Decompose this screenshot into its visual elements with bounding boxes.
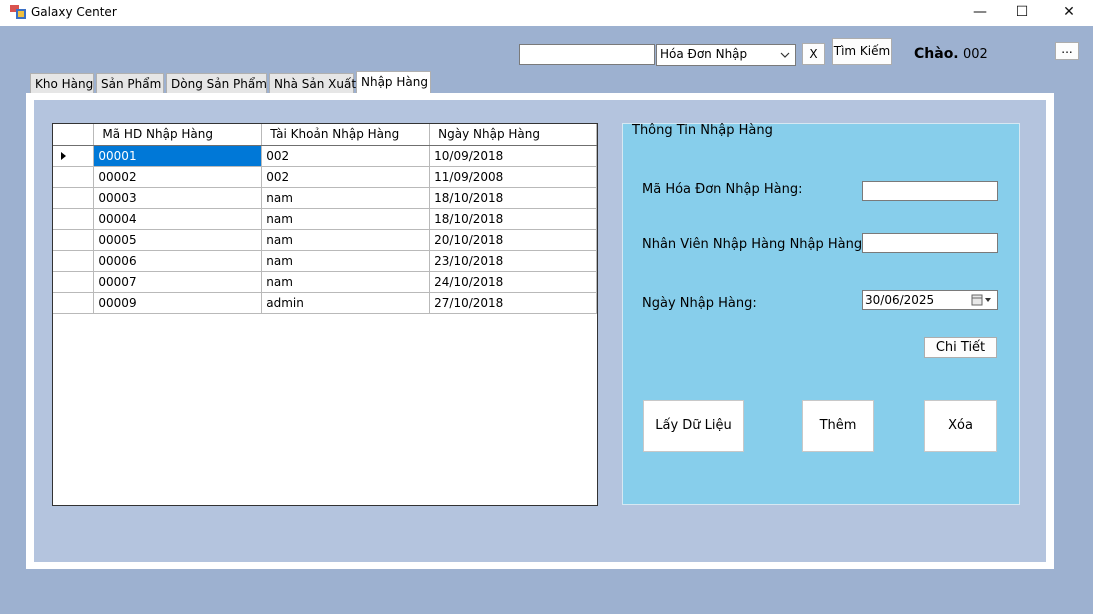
cell-date[interactable]: 23/10/2018 [429, 250, 597, 272]
search-button[interactable]: Tìm Kiếm [832, 38, 892, 65]
maximize-icon: ☐ [1015, 4, 1029, 20]
details-group-title: Thông Tin Nhập Hàng [632, 123, 773, 138]
row-header[interactable] [53, 187, 95, 209]
tab-kho-hang[interactable]: Kho Hàng [30, 73, 94, 93]
column-header-invoice-id[interactable]: Mã HD Nhập Hàng [93, 124, 263, 146]
cell-account[interactable]: nam [261, 250, 431, 272]
cell-invoice-id[interactable]: 00001 [93, 145, 263, 167]
cell-invoice-id[interactable]: 00009 [93, 292, 263, 314]
cell-invoice-id[interactable]: 00003 [93, 187, 263, 209]
clear-search-button[interactable]: X [802, 43, 825, 65]
add-button[interactable]: Thêm [802, 400, 874, 452]
row-header[interactable] [53, 208, 95, 230]
import-date-label: Ngày Nhập Hàng: [642, 296, 757, 311]
chevron-down-icon [780, 52, 790, 58]
cell-invoice-id[interactable]: 00004 [93, 208, 263, 230]
invoice-id-field[interactable] [862, 181, 998, 201]
close-icon: ✕ [1063, 4, 1075, 20]
table-row[interactable]: 00002 002 11/09/2008 [53, 166, 597, 188]
search-input[interactable] [519, 44, 655, 65]
row-header[interactable] [53, 292, 95, 314]
cell-account[interactable]: 002 [261, 145, 431, 167]
row-header[interactable] [53, 250, 95, 272]
cell-account[interactable]: nam [261, 271, 431, 293]
cell-date[interactable]: 10/09/2018 [429, 145, 597, 167]
title-bar [0, 0, 1093, 26]
column-header-date[interactable]: Ngày Nhập Hàng [429, 124, 597, 146]
tab-dong-san-pham[interactable]: Dòng Sản Phẩm [166, 73, 267, 93]
tab-nhap-hang[interactable]: Nhập Hàng [356, 71, 431, 93]
row-header[interactable] [53, 145, 95, 167]
cell-date[interactable]: 18/10/2018 [429, 208, 597, 230]
employee-label: Nhân Viên Nhập Hàng Nhập Hàng: [642, 237, 867, 252]
close-button[interactable]: ✕ [1049, 0, 1089, 24]
cell-invoice-id[interactable]: 00005 [93, 229, 263, 251]
calendar-dropdown-icon[interactable] [971, 294, 993, 306]
maximize-button[interactable]: ☐ [1002, 0, 1042, 24]
tab-nha-san-xuat[interactable]: Nhà Sản Xuất [269, 73, 356, 93]
cell-account[interactable]: 002 [261, 166, 431, 188]
table-row[interactable]: 00009 admin 27/10/2018 [53, 292, 597, 314]
delete-button[interactable]: Xóa [924, 400, 997, 452]
table-row[interactable]: 00006 nam 23/10/2018 [53, 250, 597, 272]
row-header-corner [53, 124, 95, 146]
table-row[interactable]: 00001 002 10/09/2018 [53, 145, 597, 167]
invoice-id-label: Mã Hóa Đơn Nhập Hàng: [642, 182, 803, 197]
cell-invoice-id[interactable]: 00006 [93, 250, 263, 272]
cell-date[interactable]: 11/09/2008 [429, 166, 597, 188]
cell-date[interactable]: 27/10/2018 [429, 292, 597, 314]
minimize-button[interactable]: — [960, 0, 1000, 24]
greeting-label: Chào. [914, 46, 959, 62]
app-icon [10, 5, 26, 19]
username-label: 002 [963, 47, 988, 62]
table-row[interactable]: 00005 nam 20/10/2018 [53, 229, 597, 251]
table-row[interactable]: 00003 nam 18/10/2018 [53, 187, 597, 209]
column-header-account[interactable]: Tài Khoản Nhập Hàng [261, 124, 431, 146]
cell-account[interactable]: nam [261, 187, 431, 209]
import-date-value: 30/06/2025 [865, 293, 935, 307]
filter-select[interactable]: Hóa Đơn Nhập [656, 44, 796, 66]
cell-account[interactable]: admin [261, 292, 431, 314]
table-row[interactable]: 00004 nam 18/10/2018 [53, 208, 597, 230]
row-header[interactable] [53, 166, 95, 188]
window-title: Galaxy Center [31, 5, 117, 19]
import-invoice-grid[interactable]: Mã HD Nhập Hàng Tài Khoản Nhập Hàng Ngày… [52, 123, 598, 506]
tab-san-pham[interactable]: Sản Phẩm [96, 73, 164, 93]
table-row[interactable]: 00007 nam 24/10/2018 [53, 271, 597, 293]
cell-date[interactable]: 18/10/2018 [429, 187, 597, 209]
row-header[interactable] [53, 271, 95, 293]
cell-date[interactable]: 24/10/2018 [429, 271, 597, 293]
cell-invoice-id[interactable]: 00002 [93, 166, 263, 188]
cell-account[interactable]: nam [261, 208, 431, 230]
filter-select-value: Hóa Đơn Nhập [660, 47, 748, 61]
minimize-icon: — [973, 4, 987, 20]
cell-date[interactable]: 20/10/2018 [429, 229, 597, 251]
import-date-picker[interactable]: 30/06/2025 [862, 290, 998, 310]
employee-field[interactable] [862, 233, 998, 253]
row-header[interactable] [53, 229, 95, 251]
load-data-button[interactable]: Lấy Dữ Liệu [643, 400, 744, 452]
current-row-arrow-icon [61, 151, 66, 160]
grid-header-row: Mã HD Nhập Hàng Tài Khoản Nhập Hàng Ngày… [53, 124, 597, 146]
detail-button[interactable]: Chi Tiết [924, 337, 997, 358]
menu-button[interactable]: ... [1055, 42, 1079, 60]
cell-invoice-id[interactable]: 00007 [93, 271, 263, 293]
cell-account[interactable]: nam [261, 229, 431, 251]
